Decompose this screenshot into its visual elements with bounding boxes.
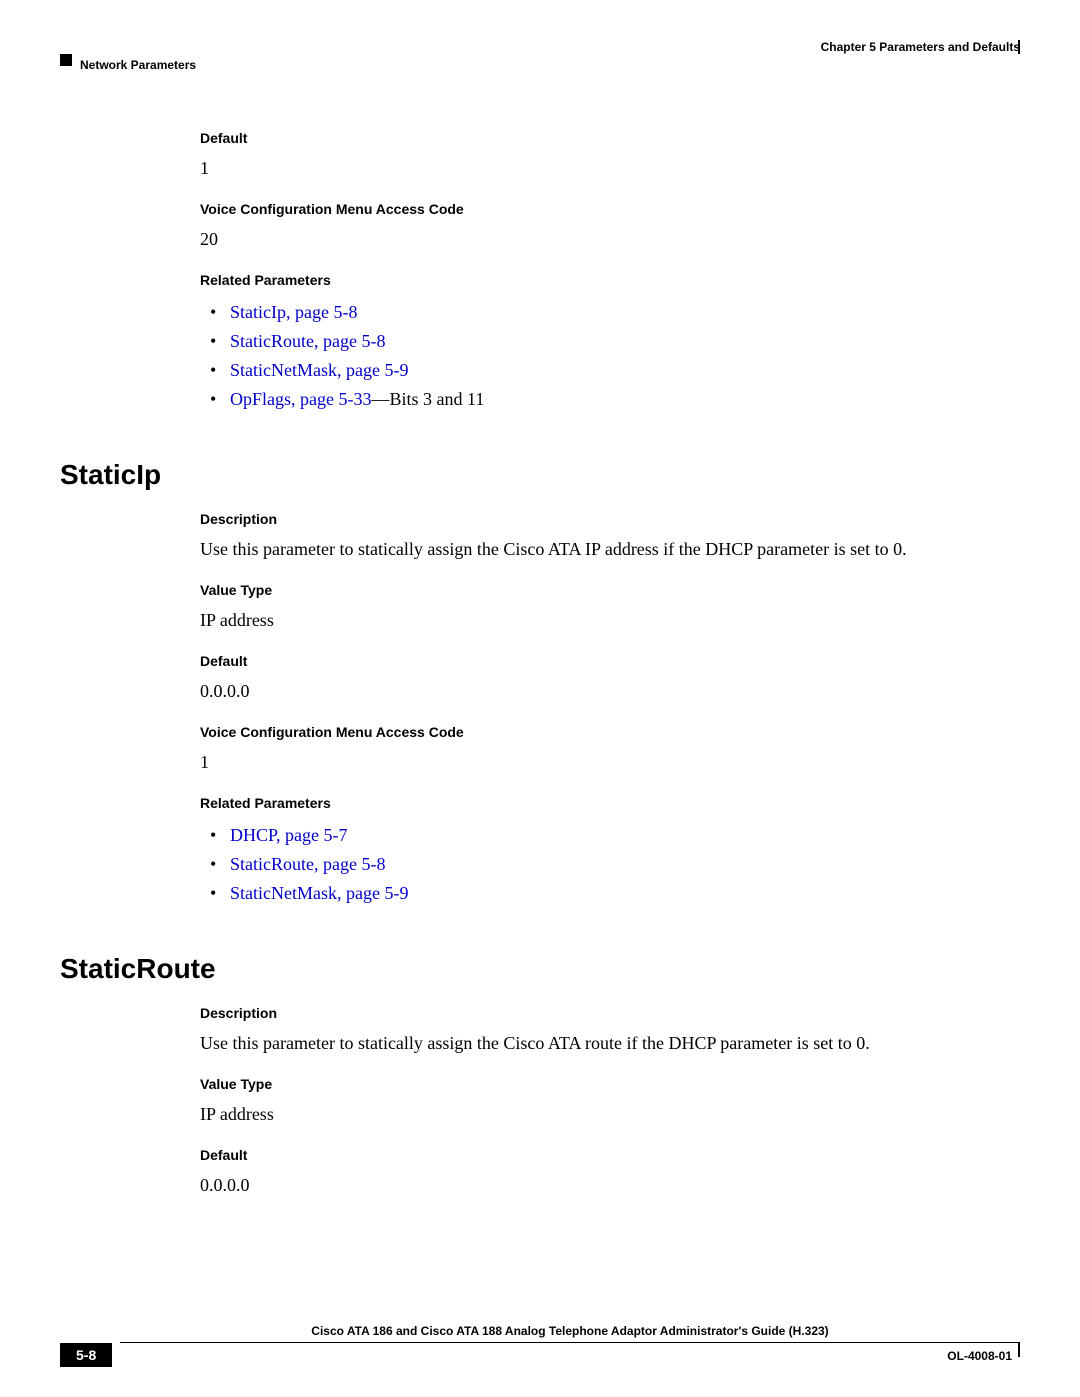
default-value: 1	[200, 156, 1020, 181]
header-section: Network Parameters	[80, 58, 196, 72]
vcmac-label: Voice Configuration Menu Access Code	[200, 201, 1020, 217]
header-tick-icon	[1018, 40, 1020, 54]
list-item: OpFlags, page 5-33—Bits 3 and 11	[200, 385, 1020, 414]
value-type-label: Value Type	[200, 582, 1020, 598]
default-value: 0.0.0.0	[200, 679, 1020, 704]
list-item: StaticNetMask, page 5-9	[200, 879, 1020, 908]
list-item: DHCP, page 5-7	[200, 821, 1020, 850]
link-tail: —Bits 3 and 11	[371, 389, 484, 409]
footer-tick-icon	[1018, 1343, 1020, 1357]
default-label: Default	[200, 1147, 1020, 1163]
page-header: Chapter 5 Parameters and Defaults Networ…	[60, 40, 1020, 70]
link-dhcp[interactable]: DHCP, page 5-7	[230, 825, 348, 845]
related-parameters-list: StaticIp, page 5-8 StaticRoute, page 5-8…	[200, 298, 1020, 413]
page-footer: Cisco ATA 186 and Cisco ATA 188 Analog T…	[60, 1324, 1020, 1367]
default-label: Default	[200, 653, 1020, 669]
link-opflags[interactable]: OpFlags, page 5-33	[230, 389, 371, 409]
header-square-icon	[60, 54, 72, 66]
vcmac-label: Voice Configuration Menu Access Code	[200, 724, 1020, 740]
value-type-value: IP address	[200, 1102, 1020, 1127]
list-item: StaticNetMask, page 5-9	[200, 356, 1020, 385]
default-value: 0.0.0.0	[200, 1173, 1020, 1198]
vcmac-value: 20	[200, 227, 1020, 252]
footer-doc-title: Cisco ATA 186 and Cisco ATA 188 Analog T…	[120, 1324, 1020, 1338]
link-staticroute[interactable]: StaticRoute, page 5-8	[230, 331, 385, 351]
page-number: 5-8	[60, 1343, 112, 1367]
link-staticnetmask[interactable]: StaticNetMask, page 5-9	[230, 360, 408, 380]
vcmac-value: 1	[200, 750, 1020, 775]
default-label: Default	[200, 130, 1020, 146]
list-item: StaticIp, page 5-8	[200, 298, 1020, 327]
list-item: StaticRoute, page 5-8	[200, 850, 1020, 879]
link-staticnetmask[interactable]: StaticNetMask, page 5-9	[230, 883, 408, 903]
heading-staticroute: StaticRoute	[60, 953, 1020, 985]
related-parameters-list: DHCP, page 5-7 StaticRoute, page 5-8 Sta…	[200, 821, 1020, 907]
related-parameters-label: Related Parameters	[200, 795, 1020, 811]
description-text: Use this parameter to statically assign …	[200, 537, 1020, 562]
list-item: StaticRoute, page 5-8	[200, 327, 1020, 356]
doc-number: OL-4008-01	[947, 1349, 1012, 1363]
header-chapter: Chapter 5 Parameters and Defaults	[821, 40, 1020, 54]
description-label: Description	[200, 511, 1020, 527]
heading-staticip: StaticIp	[60, 459, 1020, 491]
related-parameters-label: Related Parameters	[200, 272, 1020, 288]
description-text: Use this parameter to statically assign …	[200, 1031, 1020, 1056]
value-type-value: IP address	[200, 608, 1020, 633]
description-label: Description	[200, 1005, 1020, 1021]
link-staticroute[interactable]: StaticRoute, page 5-8	[230, 854, 385, 874]
main-content: Default 1 Voice Configuration Menu Acces…	[200, 130, 1020, 1198]
value-type-label: Value Type	[200, 1076, 1020, 1092]
link-staticip[interactable]: StaticIp, page 5-8	[230, 302, 357, 322]
